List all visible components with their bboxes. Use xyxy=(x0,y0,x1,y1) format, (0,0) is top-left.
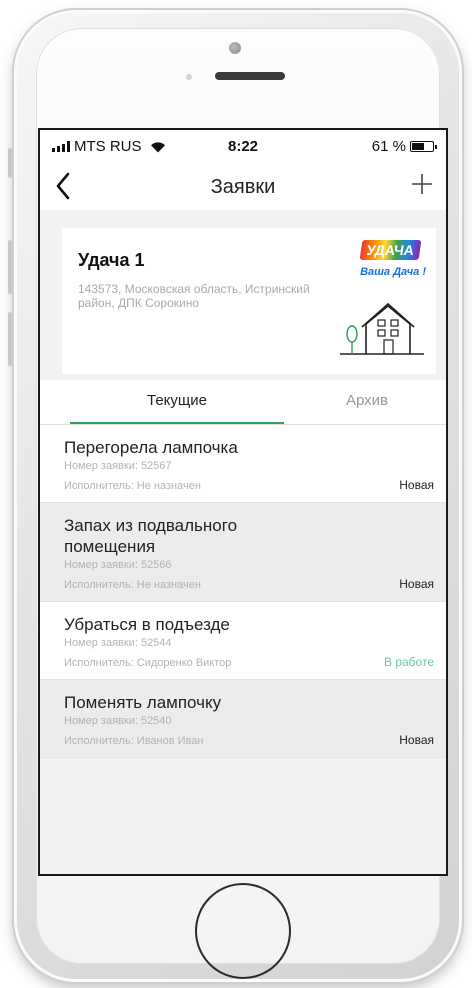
status-badge: В работе xyxy=(383,655,434,669)
navigation-bar: Заявки xyxy=(40,164,446,208)
site-card[interactable]: Удача 1 143573, Московская область, Истр… xyxy=(62,228,436,374)
list-item[interactable]: Убраться в подъезде Номер заявки: 52544 … xyxy=(40,602,446,680)
status-badge: Новая xyxy=(399,478,434,492)
logo-subtitle: Ваша Дача ! xyxy=(360,266,426,278)
phone-screen: MTS RUS 8:22 61 % Заявки Удача 1 143573,… xyxy=(38,128,448,876)
content-area: Удача 1 143573, Московская область, Истр… xyxy=(40,210,446,874)
request-number: Номер заявки: 52544 xyxy=(64,637,172,649)
volume-down-button xyxy=(8,312,12,366)
battery-icon xyxy=(410,141,437,152)
request-executor: Исполнитель: Сидоренко Виктор xyxy=(64,657,232,669)
house-icon xyxy=(340,302,424,355)
list-item[interactable]: Перегорела лампочка Номер заявки: 52567 … xyxy=(40,425,446,503)
front-camera xyxy=(229,42,241,54)
request-number: Номер заявки: 52566 xyxy=(64,559,172,571)
plus-icon[interactable] xyxy=(410,172,434,196)
request-footer: Исполнитель: Не назначен Новая xyxy=(40,472,446,502)
status-right: 61 % xyxy=(371,138,437,155)
status-badge: Новая xyxy=(399,577,434,591)
request-executor: Исполнитель: Не назначен xyxy=(64,480,201,492)
status-badge: Новая xyxy=(399,733,434,747)
page-title: Заявки xyxy=(210,176,276,198)
mute-switch xyxy=(8,148,12,178)
request-executor: Исполнитель: Не назначен xyxy=(64,579,201,591)
home-button[interactable] xyxy=(195,883,291,979)
volume-up-button xyxy=(8,240,12,294)
request-footer: Исполнитель: Иванов Иван Новая xyxy=(40,727,446,757)
request-list: Перегорела лампочка Номер заявки: 52567 … xyxy=(40,425,446,758)
request-executor: Исполнитель: Иванов Иван xyxy=(64,735,204,747)
request-footer: Исполнитель: Не назначен Новая xyxy=(40,571,446,601)
list-item[interactable]: Поменять лампочку Номер заявки: 52540 Ис… xyxy=(40,680,446,758)
request-number: Номер заявки: 52567 xyxy=(64,460,172,472)
battery-percent: 61 % xyxy=(371,138,406,155)
request-title: Запах из подвального помещения xyxy=(64,516,238,556)
site-address: 143573, Московская область, Истринский р… xyxy=(78,282,310,310)
tab-archive[interactable]: Архив xyxy=(284,380,446,424)
earpiece-speaker xyxy=(215,72,285,80)
tab-current[interactable]: Текущие xyxy=(70,380,284,424)
request-number: Номер заявки: 52540 xyxy=(64,715,172,727)
logo-title: УДАЧА xyxy=(359,240,422,260)
status-bar: MTS RUS 8:22 61 % xyxy=(40,130,446,160)
request-title: Перегорела лампочка xyxy=(64,438,238,457)
site-name: Удача 1 xyxy=(78,250,145,270)
udacha-logo: УДАЧА Ваша Дача ! xyxy=(336,240,428,286)
request-title: Убраться в подъезде xyxy=(64,615,230,634)
proximity-sensor xyxy=(186,74,192,80)
request-footer: Исполнитель: Сидоренко Виктор В работе xyxy=(40,649,446,679)
request-title: Поменять лампочку xyxy=(64,693,222,712)
battery-level-fill xyxy=(412,143,424,150)
tabs: Текущие Архив xyxy=(40,380,446,425)
list-item[interactable]: Запах из подвального помещения Номер зая… xyxy=(40,503,446,602)
